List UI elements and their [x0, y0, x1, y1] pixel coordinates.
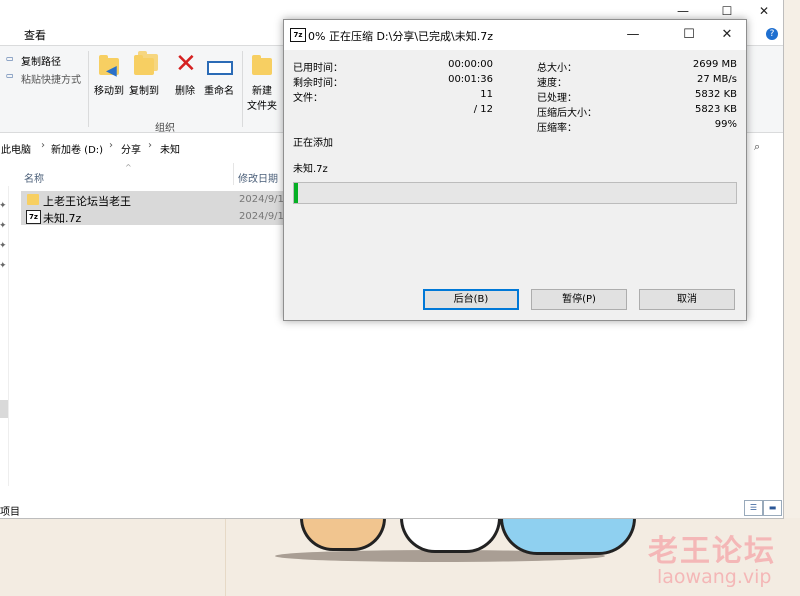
column-divider[interactable] — [233, 163, 234, 185]
chevron-right-icon: › — [41, 140, 45, 151]
processed-label: 已处理： — [537, 93, 577, 104]
pin-icon: ✦ — [0, 201, 7, 211]
file-name: 未知.7z — [43, 212, 82, 225]
copy-to-button[interactable]: 复制到 — [124, 51, 164, 97]
watermark-logo-en: laowang.vip — [657, 566, 772, 588]
total-size-value: 2699 MB — [692, 59, 737, 70]
copy-to-label: 复制到 — [129, 86, 159, 97]
7z-archive-icon: 7z — [26, 210, 41, 224]
compression-progress-bar — [293, 182, 737, 204]
file-name: 上老王论坛当老王 — [43, 195, 131, 208]
copy-path-button[interactable]: 复制路径 — [21, 53, 61, 68]
new-folder-button[interactable]: 新建 文件夹 — [242, 52, 282, 112]
file-row-7z[interactable]: 7z 未知.7z 2024/9/16 — [21, 208, 290, 225]
elapsed-time-value: 00:00:00 — [448, 59, 493, 70]
nav-pane-selected-item[interactable] — [0, 400, 8, 418]
files-label: 文件： — [293, 93, 323, 104]
file-date: 2024/9/1 — [239, 194, 284, 205]
pin-icon: ✦ — [0, 241, 7, 251]
copy-to-icon — [132, 51, 158, 78]
dialog-title: 0% 正在压缩 D:\分享\已完成\未知.7z — [308, 30, 494, 43]
close-button[interactable]: ✕ — [742, 0, 786, 22]
pin-icon: ✦ — [0, 221, 7, 231]
nav-pane-scrollbar[interactable] — [8, 186, 9, 486]
remaining-time-value: 00:01:36 — [448, 74, 493, 85]
breadcrumb-share[interactable]: 分享 — [121, 141, 141, 156]
rename-label: 重命名 — [204, 86, 234, 97]
ratio-value: 99% — [714, 119, 737, 130]
tab-view[interactable]: 查看 — [24, 27, 46, 43]
move-to-icon: ◀ — [97, 52, 121, 79]
processed-value: 5832 KB — [694, 89, 737, 100]
dialog-maximize-button[interactable]: ☐ — [670, 20, 708, 50]
move-to-label: 移动到 — [94, 86, 124, 97]
column-header-modified[interactable]: 修改日期 — [238, 170, 278, 185]
pin-icon: ✦ — [0, 261, 7, 271]
details-view-button[interactable]: ☰ — [744, 500, 763, 516]
total-size-label: 总大小： — [537, 63, 577, 74]
progress-fill — [294, 183, 299, 203]
wallpaper-divider — [225, 518, 226, 596]
chevron-right-icon: › — [148, 140, 152, 151]
7zip-app-icon: 7z — [290, 28, 306, 42]
operation-status: 正在添加 — [293, 138, 333, 149]
large-icons-view-button[interactable]: ▬ — [763, 500, 782, 516]
dialog-titlebar: 7z 0% 正在压缩 D:\分享\已完成\未知.7z — ☐ ✕ — [284, 20, 746, 50]
dialog-minimize-button[interactable]: — — [614, 20, 652, 50]
search-icon[interactable]: ⌕ — [754, 140, 760, 154]
background-button[interactable]: 后台(B) — [423, 289, 519, 310]
cancel-button[interactable]: 取消 — [639, 289, 735, 310]
compression-progress-dialog: 7z 0% 正在压缩 D:\分享\已完成\未知.7z — ☐ ✕ 已用时间： 0… — [283, 19, 747, 321]
wallpaper-character-3 — [500, 518, 636, 555]
delete-label: 删除 — [175, 86, 195, 97]
chevron-right-icon: › — [109, 140, 113, 151]
speed-label: 速度： — [537, 78, 567, 89]
elapsed-time-label: 已用时间： — [293, 63, 343, 74]
compressed-size-label: 压缩后大小： — [537, 108, 597, 119]
watermark-logo-cn: 老王论坛 — [648, 534, 776, 569]
new-folder-label-1: 新建 — [252, 86, 272, 97]
copy-path-icon: ▭ — [6, 54, 14, 63]
breadcrumb-drive[interactable]: 新加卷 (D:) — [51, 141, 103, 156]
file-row-folder[interactable]: 上老王论坛当老王 2024/9/1 — [21, 191, 284, 208]
compressed-size-value: 5823 KB — [694, 104, 737, 115]
pause-button[interactable]: 暂停(P) — [531, 289, 627, 310]
status-item-count: 项目 — [0, 507, 20, 518]
rename-button[interactable]: 重命名 — [199, 52, 239, 97]
current-file-name: 未知.7z — [293, 164, 328, 175]
move-to-button[interactable]: ◀ 移动到 — [89, 52, 129, 97]
remaining-time-label: 剩余时间： — [293, 78, 343, 89]
ratio-label: 压缩率： — [537, 123, 577, 134]
paste-shortcut-icon: ▭ — [6, 71, 14, 80]
speed-value: 27 MB/s — [697, 74, 737, 85]
sort-caret-icon: ^ — [125, 163, 132, 172]
paste-shortcut-button[interactable]: 粘贴快捷方式 — [21, 71, 81, 86]
delete-icon: ✕ — [175, 49, 197, 79]
breadcrumb-this-pc[interactable]: 此电脑 — [1, 141, 31, 156]
rename-icon — [207, 52, 233, 78]
help-icon[interactable]: ? — [766, 28, 778, 40]
files-value: 11 — [480, 89, 493, 100]
folder-icon — [27, 194, 39, 205]
group-organize-label: 组织 — [155, 123, 175, 134]
breadcrumb-current[interactable]: 未知 — [160, 141, 180, 156]
dialog-close-button[interactable]: ✕ — [708, 20, 746, 50]
new-folder-label-2: 文件夹 — [247, 101, 277, 112]
files-total: / 12 — [473, 104, 493, 115]
new-folder-icon — [250, 52, 274, 78]
column-header-name[interactable]: 名称 — [24, 170, 44, 185]
